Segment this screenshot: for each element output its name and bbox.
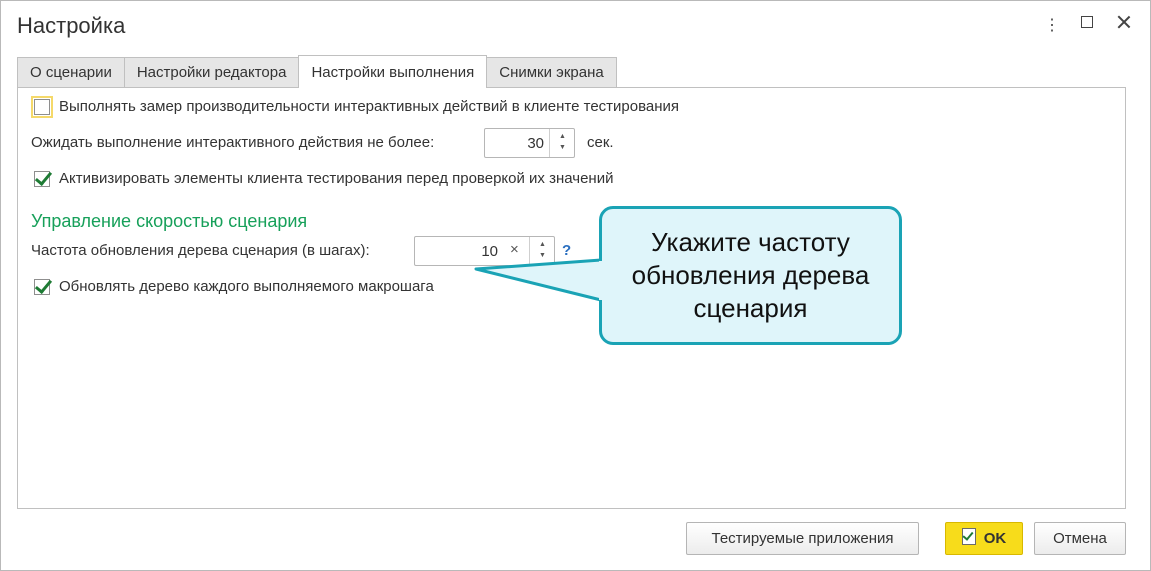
maximize-icon[interactable] (1081, 15, 1093, 33)
spin-down-icon[interactable]: ▼ (559, 144, 566, 151)
wait-spinner[interactable]: ▲ ▼ (549, 129, 574, 157)
callout-joint (599, 261, 603, 300)
cancel-button[interactable]: Отмена (1034, 522, 1126, 555)
activate-elements-label: Активизировать элементы клиента тестиров… (59, 170, 614, 187)
window-title: Настройка (17, 13, 126, 38)
settings-dialog: Настройка ⋮ О сценарии Настройки редакто… (0, 0, 1151, 571)
hint-callout: Укажите частоту обновления дерева сценар… (599, 206, 902, 345)
wait-seconds-value: 30 (527, 135, 544, 152)
spin-up-icon[interactable]: ▲ (559, 133, 566, 140)
tab-bar: О сценарии Настройки редактора Настройки… (17, 55, 617, 88)
tab-editor-settings[interactable]: Настройки редактора (123, 57, 300, 87)
speed-section-title: Управление скоростью сценария (31, 211, 308, 231)
wait-unit-label: сек. (587, 134, 614, 151)
update-frequency-label: Частота обновления дерева сценария (в ша… (31, 242, 370, 259)
measure-performance-label: Выполнять замер производительности интер… (59, 98, 680, 115)
tested-applications-button[interactable]: Тестируемые приложения (686, 522, 919, 555)
ok-button[interactable]: OK (945, 522, 1023, 555)
update-tree-label: Обновлять дерево каждого выполняемого ма… (59, 278, 434, 295)
tab-screenshots[interactable]: Снимки экрана (486, 57, 617, 87)
callout-pointer (474, 258, 603, 302)
ok-button-label: OK (983, 530, 1007, 547)
close-icon[interactable] (1117, 15, 1131, 34)
document-check-icon (961, 528, 976, 545)
measure-performance-checkbox[interactable] (31, 96, 53, 118)
hint-callout-text: Укажите частоту обновления дерева сценар… (631, 227, 870, 323)
more-menu-icon[interactable]: ⋮ (1044, 15, 1060, 35)
tab-execution-settings[interactable]: Настройки выполнения (298, 55, 488, 88)
activate-elements-checkbox[interactable] (34, 171, 50, 187)
wait-label: Ожидать выполнение интерактивного действ… (31, 134, 435, 151)
update-tree-checkbox[interactable] (34, 279, 50, 295)
tab-about-scenario[interactable]: О сценарии (17, 57, 125, 87)
wait-seconds-input[interactable]: 30 ▲ ▼ (484, 128, 575, 158)
